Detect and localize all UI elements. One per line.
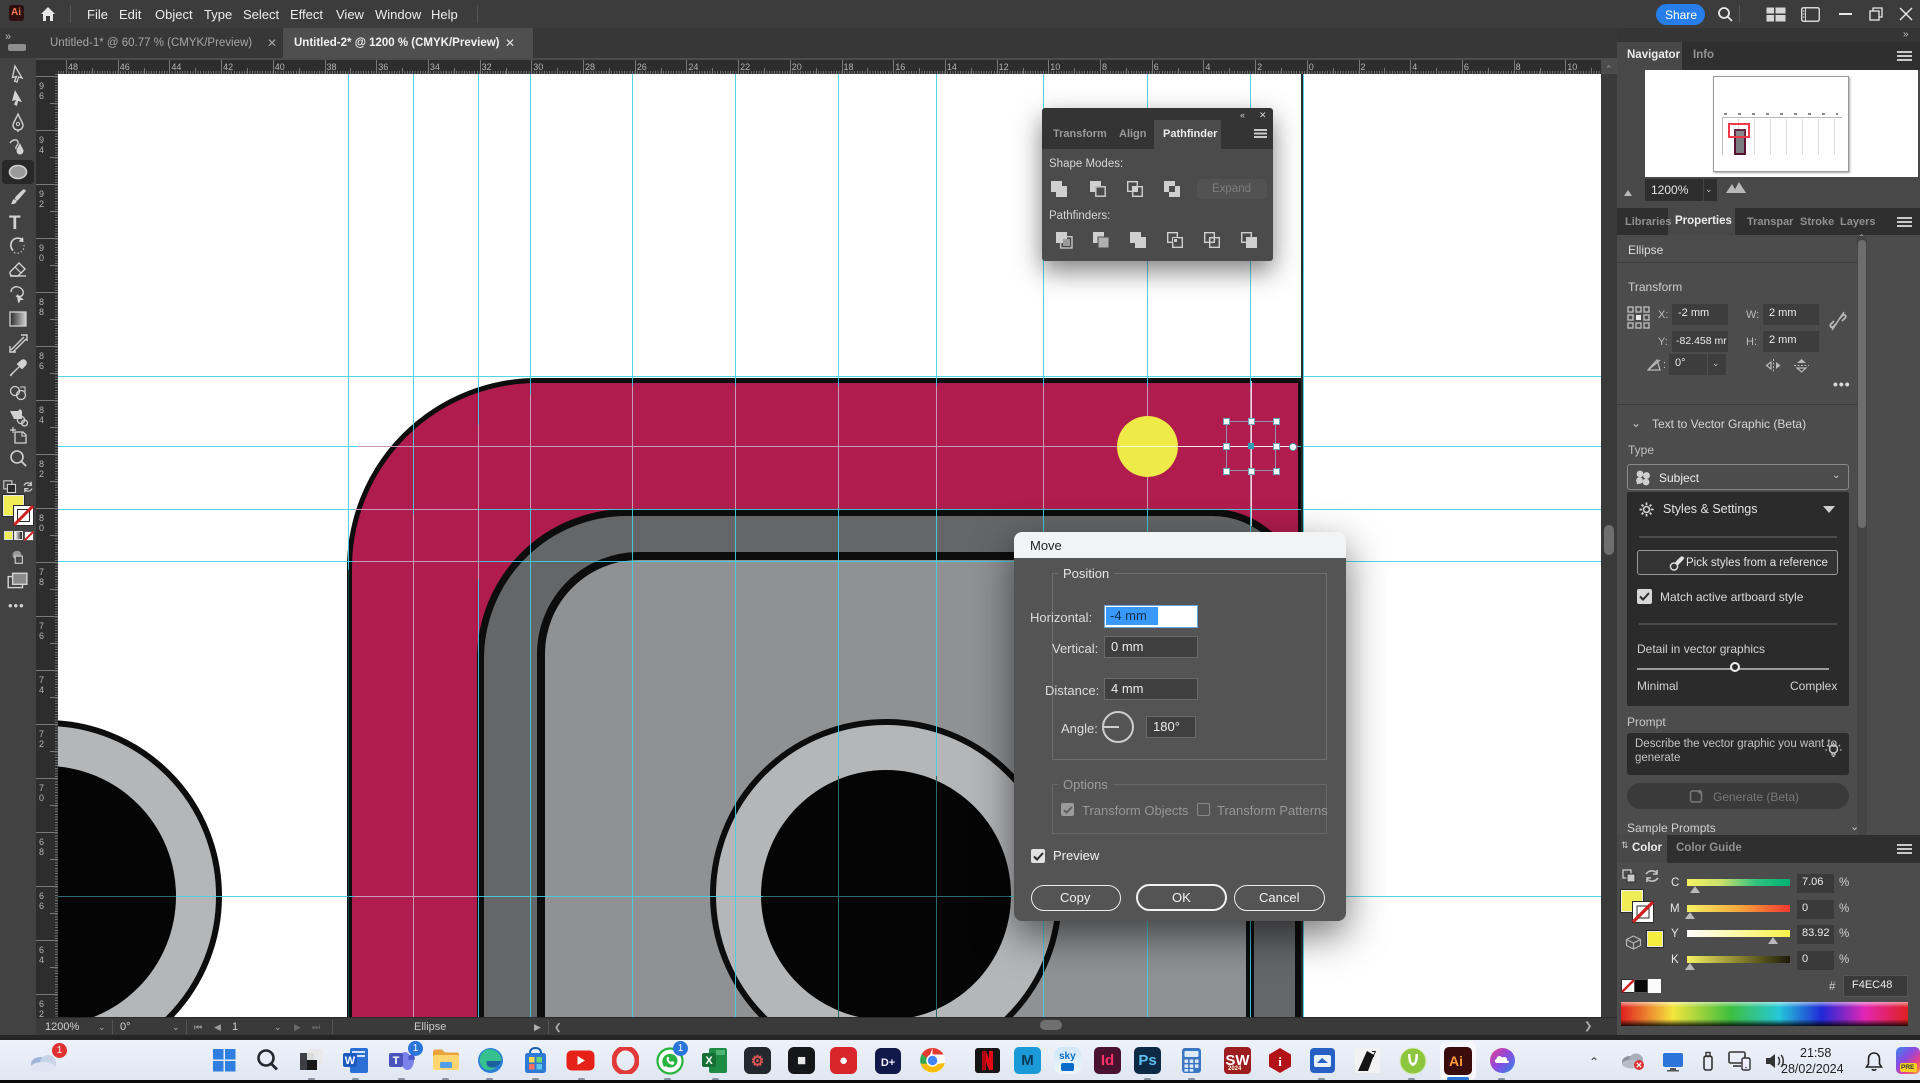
svg-text:T: T (393, 1055, 400, 1067)
svg-text:W: W (345, 1055, 356, 1067)
svg-text:i: i (1278, 1054, 1282, 1069)
svg-text:X: X (705, 1055, 713, 1067)
svg-text:D+: D+ (881, 1057, 895, 1069)
svg-text:7: 7 (1372, 1050, 1377, 1059)
